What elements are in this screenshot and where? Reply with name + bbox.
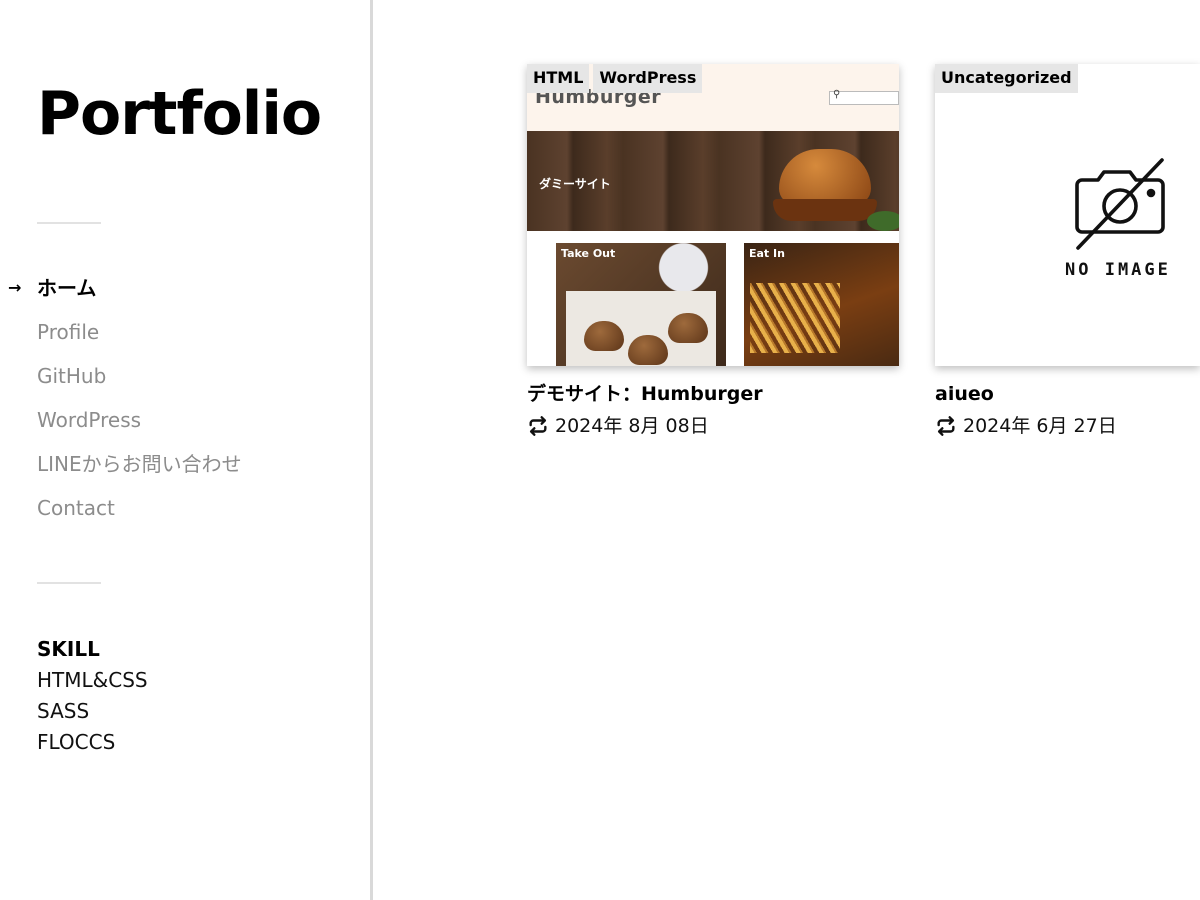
skill-item: FLOCCS (37, 730, 116, 754)
mock-panel-label: Eat In (749, 247, 785, 260)
post-date-text: 2024年 6月 27日 (963, 415, 1117, 437)
page: Portfolio → ホーム Profile GitHub WordPress… (0, 0, 1200, 900)
post-title[interactable]: デモサイト：Humburger (527, 380, 899, 408)
skill-item: SASS (37, 699, 90, 723)
mock-search-box: ⚲ (829, 89, 899, 105)
nav-item-github[interactable]: GitHub (0, 360, 360, 404)
mock-site-hero: ダミーサイト (527, 131, 899, 231)
repeat-icon (529, 416, 547, 436)
tag-html[interactable]: HTML (527, 64, 590, 93)
burger-image (773, 199, 877, 221)
camera-off-icon (1075, 158, 1165, 250)
post-card[interactable]: HTML WordPress Humburger ⚲ ダミーサイト Take O… (527, 64, 899, 440)
tag-wordpress[interactable]: WordPress (593, 64, 703, 93)
mock-panel-eatin: Eat In (744, 243, 899, 366)
post-thumbnail[interactable]: NO IMAGE Uncategorized (935, 64, 1200, 366)
tag-list: Uncategorized (935, 64, 1082, 93)
skill-item: HTML&CSS (37, 668, 148, 692)
repeat-icon (937, 416, 955, 436)
post-date: 2024年 8月 08日 (527, 412, 899, 440)
post-card[interactable]: NO IMAGE Uncategorized aiueo 2024年 6月 27… (935, 64, 1200, 440)
post-grid: HTML WordPress Humburger ⚲ ダミーサイト Take O… (376, 0, 1200, 900)
tag-uncategorized[interactable]: Uncategorized (935, 64, 1078, 93)
nav-item-label: Contact (37, 496, 115, 520)
leaf-image (867, 211, 899, 231)
nav-item-label: GitHub (37, 364, 107, 388)
search-icon: ⚲ (833, 89, 841, 100)
burger-image (584, 321, 624, 351)
sidebar-nav: → ホーム Profile GitHub WordPress LINEからお問い… (0, 272, 360, 536)
nav-item-label: WordPress (37, 408, 142, 432)
mock-panel-takeout: Take Out (556, 243, 726, 366)
mock-panel-label: Take Out (561, 247, 616, 260)
sidebar: Portfolio → ホーム Profile GitHub WordPress… (0, 0, 373, 900)
no-image-placeholder: NO IMAGE (935, 64, 1200, 366)
tag-list: HTML WordPress (527, 64, 706, 93)
active-arrow-icon: → (8, 278, 22, 297)
post-date: 2024年 6月 27日 (935, 412, 1200, 440)
nav-item-home[interactable]: → ホーム (0, 272, 360, 316)
mock-hero-text: ダミーサイト (539, 177, 611, 191)
burger-image (628, 335, 668, 365)
burger-image (668, 313, 708, 343)
burger-image (779, 149, 871, 205)
fries-image (750, 283, 840, 353)
nav-item-contact[interactable]: Contact (0, 492, 360, 536)
post-date-text: 2024年 8月 08日 (555, 415, 709, 437)
nav-item-label: Profile (37, 320, 100, 344)
nav-item-wordpress[interactable]: WordPress (0, 404, 360, 448)
skill-title: SKILL (37, 637, 100, 661)
nav-item-line-contact[interactable]: LINEからお問い合わせ (0, 448, 360, 492)
sidebar-divider (37, 222, 101, 224)
skill-section: SKILL HTML&CSS SASS FLOCCS (37, 634, 148, 758)
sidebar-divider (37, 582, 101, 584)
post-thumbnail[interactable]: HTML WordPress Humburger ⚲ ダミーサイト Take O… (527, 64, 899, 366)
no-image-text: NO IMAGE (1065, 260, 1171, 280)
nav-item-profile[interactable]: Profile (0, 316, 360, 360)
site-title[interactable]: Portfolio (37, 78, 322, 150)
nav-item-label: ホーム (37, 276, 97, 300)
nav-item-label: LINEからお問い合わせ (37, 452, 242, 476)
post-title[interactable]: aiueo (935, 380, 1200, 408)
